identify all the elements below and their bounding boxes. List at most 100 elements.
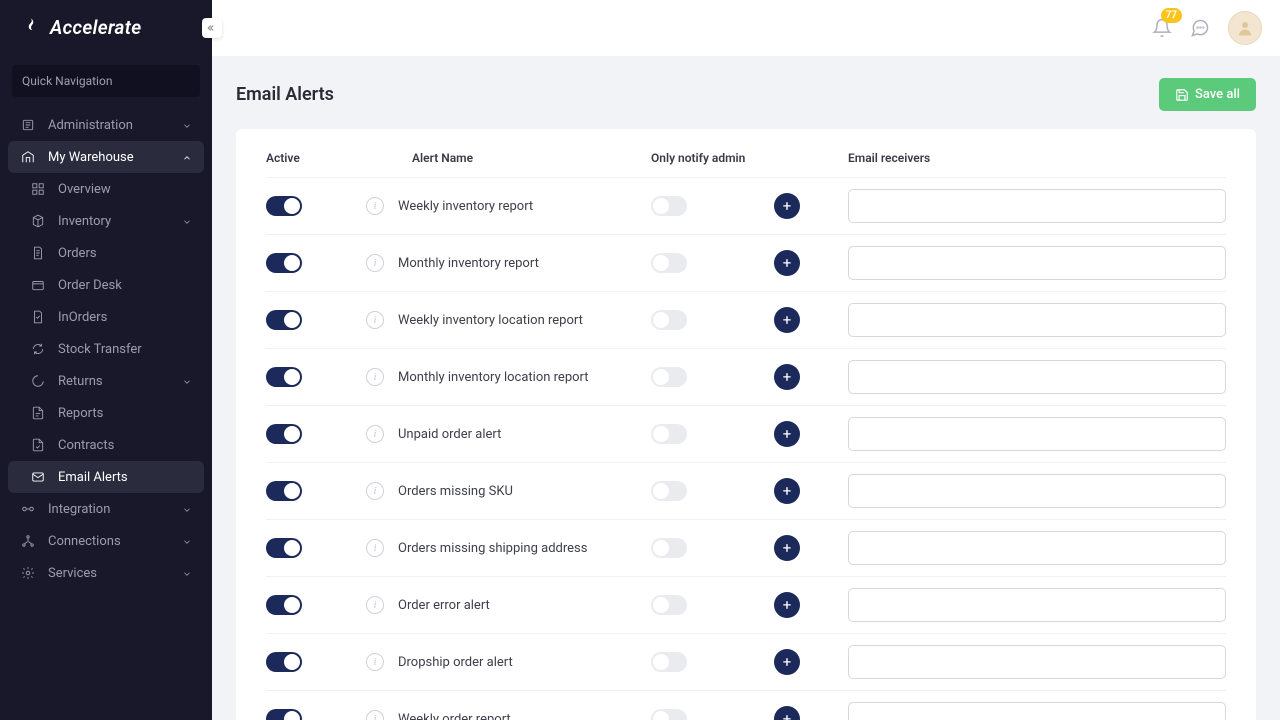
- messages-icon[interactable]: [1190, 18, 1210, 38]
- sidebar-item-label: Integration: [48, 502, 110, 517]
- add-receiver-button[interactable]: +: [774, 307, 800, 333]
- info-icon[interactable]: i: [366, 539, 384, 557]
- email-receivers-input[interactable]: [848, 588, 1226, 622]
- sidebar-item-administration[interactable]: Administration: [8, 109, 204, 141]
- active-toggle[interactable]: [266, 481, 302, 501]
- email-receivers-input[interactable]: [848, 360, 1226, 394]
- save-all-button[interactable]: Save all: [1159, 78, 1256, 111]
- email-receivers-input[interactable]: [848, 474, 1226, 508]
- sidebar-item-connections[interactable]: Connections: [8, 525, 204, 557]
- info-icon[interactable]: i: [366, 425, 384, 443]
- sidebar-item-my-warehouse[interactable]: My Warehouse: [8, 141, 204, 173]
- chevron-down-icon: [182, 536, 192, 546]
- active-toggle[interactable]: [266, 367, 302, 387]
- email-receivers-input[interactable]: [848, 303, 1226, 337]
- sidebar-item-label: InOrders: [58, 310, 107, 325]
- info-icon[interactable]: i: [366, 368, 384, 386]
- reports-icon: [30, 405, 46, 421]
- admin-toggle[interactable]: [651, 652, 687, 672]
- returns-icon: [30, 373, 46, 389]
- add-receiver-button[interactable]: +: [774, 421, 800, 447]
- sidebar-item-label: Contracts: [58, 438, 114, 453]
- active-toggle[interactable]: [266, 253, 302, 273]
- sidebar-item-label: Inventory: [58, 214, 111, 229]
- quick-navigation[interactable]: Quick Navigation: [12, 65, 200, 97]
- chevron-down-icon: [182, 568, 192, 578]
- info-icon[interactable]: i: [366, 311, 384, 329]
- email-receivers-input[interactable]: [848, 417, 1226, 451]
- email-receivers-input[interactable]: [848, 702, 1226, 720]
- sidebar-item-orders[interactable]: Orders: [8, 237, 204, 269]
- email-receivers-input[interactable]: [848, 246, 1226, 280]
- alert-name: Monthly inventory location report: [398, 370, 589, 385]
- admin-toggle[interactable]: [651, 367, 687, 387]
- table-body: iWeekly inventory report+iMonthly invent…: [266, 177, 1226, 720]
- page-header: Email Alerts Save all: [236, 78, 1256, 111]
- table-header: Active Alert Name Only notify admin Emai…: [266, 137, 1226, 177]
- inorders-icon: [30, 309, 46, 325]
- admin-toggle[interactable]: [651, 310, 687, 330]
- admin-icon: [20, 117, 36, 133]
- sidebar-item-contracts[interactable]: Contracts: [8, 429, 204, 461]
- admin-toggle[interactable]: [651, 196, 687, 216]
- active-toggle[interactable]: [266, 424, 302, 444]
- sidebar-item-order-desk[interactable]: Order Desk: [8, 269, 204, 301]
- sidebar-item-reports[interactable]: Reports: [8, 397, 204, 429]
- col-recv: Email receivers: [848, 151, 1226, 165]
- add-receiver-button[interactable]: +: [774, 535, 800, 561]
- active-toggle[interactable]: [266, 652, 302, 672]
- admin-toggle[interactable]: [651, 481, 687, 501]
- sidebar-item-label: Email Alerts: [58, 470, 128, 485]
- admin-toggle[interactable]: [651, 709, 687, 720]
- add-receiver-button[interactable]: +: [774, 706, 800, 720]
- add-receiver-button[interactable]: +: [774, 193, 800, 219]
- sidebar: Accelerate Quick Navigation Administrati…: [0, 0, 212, 720]
- info-icon[interactable]: i: [366, 254, 384, 272]
- nav-menu: AdministrationMy Warehouse Overview Invent…: [0, 109, 212, 589]
- sidebar-item-overview[interactable]: Overview: [8, 173, 204, 205]
- add-receiver-button[interactable]: +: [774, 649, 800, 675]
- table-row: iWeekly inventory location report+: [266, 291, 1226, 348]
- table-row: iWeekly order report+: [266, 690, 1226, 720]
- notifications-icon[interactable]: 77: [1152, 18, 1172, 38]
- admin-toggle[interactable]: [651, 538, 687, 558]
- sidebar-item-integration[interactable]: Integration: [8, 493, 204, 525]
- sidebar-item-label: Order Desk: [58, 278, 122, 293]
- col-name: Alert Name: [366, 151, 651, 165]
- sidebar-item-inventory[interactable]: Inventory: [8, 205, 204, 237]
- user-avatar[interactable]: [1228, 11, 1262, 45]
- brand-name: Accelerate: [50, 16, 141, 39]
- info-icon[interactable]: i: [366, 482, 384, 500]
- sidebar-item-returns[interactable]: Returns: [8, 365, 204, 397]
- info-icon[interactable]: i: [366, 653, 384, 671]
- add-receiver-button[interactable]: +: [774, 478, 800, 504]
- sidebar-item-stock-transfer[interactable]: Stock Transfer: [8, 333, 204, 365]
- add-receiver-button[interactable]: +: [774, 364, 800, 390]
- transfer-icon: [30, 341, 46, 357]
- sidebar-item-label: Overview: [58, 182, 111, 197]
- chevron-down-icon: [182, 216, 192, 226]
- sidebar-item-label: Connections: [48, 534, 121, 549]
- info-icon[interactable]: i: [366, 197, 384, 215]
- active-toggle[interactable]: [266, 595, 302, 615]
- info-icon[interactable]: i: [366, 596, 384, 614]
- overview-icon: [30, 181, 46, 197]
- admin-toggle[interactable]: [651, 424, 687, 444]
- email-receivers-input[interactable]: [848, 645, 1226, 679]
- add-receiver-button[interactable]: +: [774, 250, 800, 276]
- admin-toggle[interactable]: [651, 595, 687, 615]
- sidebar-item-inorders[interactable]: InOrders: [8, 301, 204, 333]
- info-icon[interactable]: i: [366, 710, 384, 720]
- active-toggle[interactable]: [266, 310, 302, 330]
- admin-toggle[interactable]: [651, 253, 687, 273]
- sidebar-collapse-button[interactable]: [202, 18, 222, 38]
- active-toggle[interactable]: [266, 538, 302, 558]
- email-receivers-input[interactable]: [848, 189, 1226, 223]
- sidebar-item-services[interactable]: Services: [8, 557, 204, 589]
- email-receivers-input[interactable]: [848, 531, 1226, 565]
- sidebar-item-email-alerts[interactable]: Email Alerts: [8, 461, 204, 493]
- add-receiver-button[interactable]: +: [774, 592, 800, 618]
- active-toggle[interactable]: [266, 196, 302, 216]
- active-toggle[interactable]: [266, 709, 302, 720]
- chevron-up-icon: [182, 152, 192, 162]
